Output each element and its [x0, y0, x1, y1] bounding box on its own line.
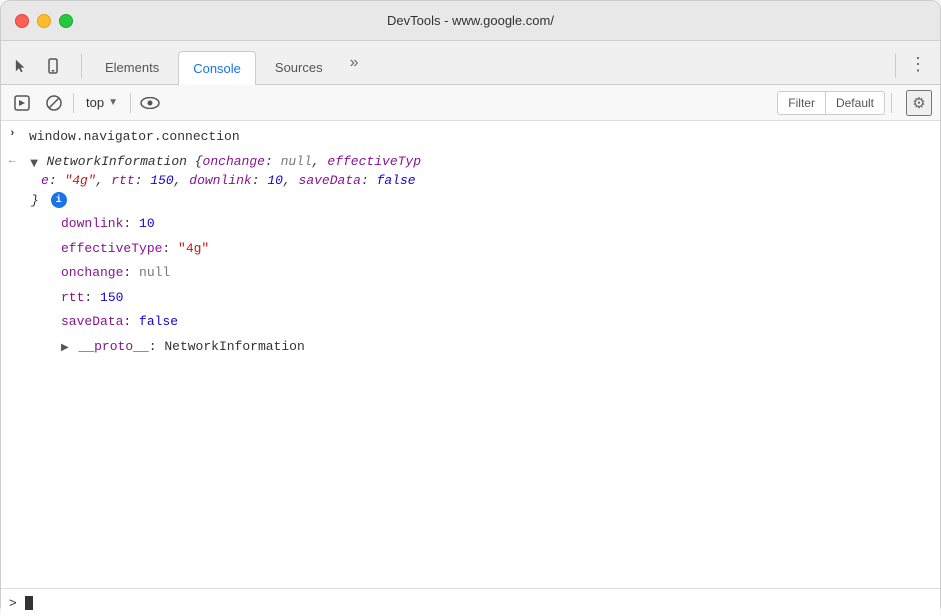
- tab-bar: Elements Console Sources » ⋮: [1, 41, 940, 85]
- tab-divider-right: [895, 54, 896, 78]
- prop-proto: ▶ __proto__: NetworkInformation: [1, 335, 940, 360]
- input-arrow: ›: [9, 127, 25, 140]
- prop-rtt: rtt: 150: [1, 286, 940, 311]
- tab-console[interactable]: Console: [178, 51, 256, 85]
- tab-divider-left: [81, 54, 82, 78]
- window-controls: [15, 14, 73, 28]
- window-title: DevTools - www.google.com/: [387, 13, 554, 28]
- mobile-icon[interactable]: [41, 54, 65, 78]
- context-selector[interactable]: top ▼: [80, 93, 124, 112]
- toolbar-icons: [9, 54, 65, 84]
- prop-onchange-text: onchange: null: [61, 263, 932, 283]
- prop-effectiveType: effectiveType: "4g": [1, 237, 940, 262]
- titlebar: DevTools - www.google.com/: [1, 1, 940, 41]
- prop-onchange: onchange: null: [1, 261, 940, 286]
- console-toolbar: top ▼ Filter Default ⚙: [1, 85, 940, 121]
- default-button[interactable]: Default: [826, 91, 885, 115]
- tab-elements[interactable]: Elements: [90, 50, 174, 84]
- toolbar-divider-3: [891, 93, 892, 113]
- output-arrow: ←: [9, 152, 25, 167]
- close-button[interactable]: [15, 14, 29, 28]
- info-badge[interactable]: i: [51, 192, 67, 208]
- filter-button[interactable]: Filter: [777, 91, 826, 115]
- cursor: [25, 596, 33, 610]
- console-input-text: window.navigator.connection: [29, 127, 932, 147]
- prop-proto-text: ▶ __proto__: NetworkInformation: [61, 337, 932, 357]
- settings-button[interactable]: ⚙: [906, 90, 932, 116]
- context-label: top: [86, 95, 104, 110]
- toolbar-divider-2: [130, 93, 131, 113]
- prop-effectiveType-text: effectiveType: "4g": [61, 239, 932, 259]
- tab-more[interactable]: »: [342, 48, 367, 78]
- minimize-button[interactable]: [37, 14, 51, 28]
- execute-script-button[interactable]: [9, 90, 35, 116]
- tab-kebab-menu[interactable]: ⋮: [904, 50, 932, 78]
- output-object-header: ▶ NetworkInformation {onchange: null, ef…: [29, 152, 932, 211]
- console-entry-output-header: ← ▶ NetworkInformation {onchange: null, …: [1, 150, 940, 213]
- console-input-area[interactable]: >: [1, 588, 940, 616]
- cursor-icon[interactable]: [9, 54, 33, 78]
- proto-expand-icon[interactable]: ▶: [61, 341, 69, 356]
- toolbar-divider-1: [73, 93, 74, 113]
- filter-section: Filter Default: [777, 91, 885, 115]
- clear-console-button[interactable]: [41, 90, 67, 116]
- chevron-down-icon: ▼: [108, 97, 118, 108]
- maximize-button[interactable]: [59, 14, 73, 28]
- expand-icon[interactable]: ▶: [25, 159, 40, 167]
- console-entry-input: › window.navigator.connection: [1, 125, 940, 150]
- prop-saveData: saveData: false: [1, 310, 940, 335]
- devtools-panel: Elements Console Sources » ⋮: [1, 41, 940, 616]
- prop-saveData-text: saveData: false: [61, 312, 932, 332]
- prop-downlink-text: downlink: 10: [61, 214, 932, 234]
- prop-downlink: downlink: 10: [1, 212, 940, 237]
- tab-sources[interactable]: Sources: [260, 50, 338, 84]
- eye-button[interactable]: [137, 90, 163, 116]
- console-output[interactable]: › window.navigator.connection ← ▶ Networ…: [1, 121, 940, 588]
- console-prompt: >: [9, 595, 17, 610]
- prop-rtt-text: rtt: 150: [61, 288, 932, 308]
